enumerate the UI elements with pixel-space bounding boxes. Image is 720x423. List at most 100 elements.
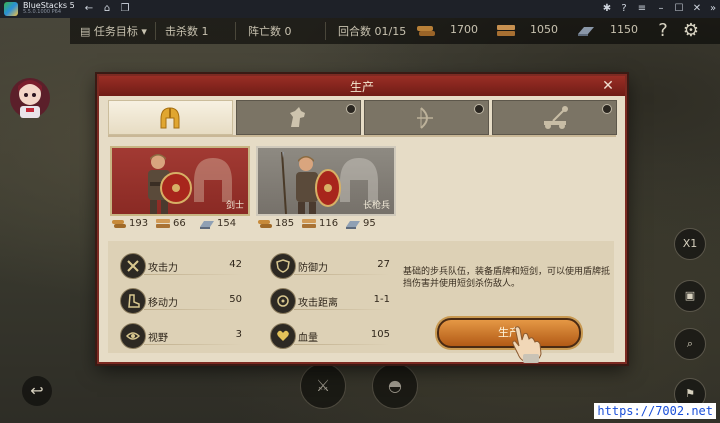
iron-icon — [346, 221, 360, 229]
stat-attack: 攻击力 42 — [120, 253, 242, 279]
stat-value: 3 — [235, 329, 242, 340]
stat-movement: 移动力 50 — [120, 288, 242, 314]
stat-label: 移动力 — [148, 298, 178, 309]
stat-label: 攻击距离 — [298, 298, 338, 309]
minimize-icon[interactable]: – — [654, 2, 668, 16]
flag-icon: ⚑ — [685, 387, 695, 400]
stat-underline — [294, 274, 390, 275]
maximize-icon[interactable]: ☐ — [672, 2, 686, 16]
speed-label: X1 — [682, 237, 698, 250]
tab-infantry[interactable] — [108, 100, 233, 135]
notification-off-icon[interactable]: ✱ — [600, 2, 614, 16]
home-icon[interactable]: ⌂ — [100, 2, 114, 16]
stat-underline — [144, 344, 242, 345]
menu-icon[interactable]: ≡ — [635, 2, 649, 16]
expand-icon[interactable]: » — [706, 2, 720, 16]
kills-counter: 击杀数 1 — [165, 25, 209, 38]
lumber-icon — [156, 219, 170, 228]
horse-icon — [290, 107, 305, 127]
speed-button[interactable]: X1 — [674, 228, 706, 260]
stat-value: 42 — [229, 259, 242, 270]
divider — [325, 22, 326, 40]
unit-category-tabs — [108, 100, 617, 135]
bluestacks-logo — [4, 2, 18, 16]
stat-value: 27 — [377, 259, 390, 270]
back-icon[interactable]: ← — [82, 2, 96, 16]
stat-vision: 视野 3 — [120, 323, 242, 349]
unit-card-swordsman[interactable]: 剑士 — [110, 146, 250, 216]
swords-icon — [120, 253, 146, 279]
divider — [235, 22, 236, 40]
mission-label: 任务目标 — [93, 25, 138, 38]
eye-icon — [120, 323, 146, 349]
unit-name: 长枪兵 — [362, 201, 390, 211]
boot-icon — [120, 288, 146, 314]
unit-costs-spearman: 185 116 95 — [257, 217, 397, 233]
cost-value: 116 — [319, 218, 339, 229]
stat-defense: 防御力 27 — [270, 253, 390, 279]
stat-health: 血量 105 — [270, 323, 390, 349]
helmet-icon — [160, 107, 180, 129]
tab-archer[interactable] — [364, 100, 489, 135]
lock-icon — [474, 104, 484, 114]
stat-underline — [294, 309, 390, 310]
dialog-header: 生产 ✕ — [99, 76, 625, 96]
iron-icon — [578, 27, 594, 36]
tab-siege[interactable] — [492, 100, 617, 135]
cost-value: 154 — [217, 218, 237, 229]
heart-icon — [270, 323, 296, 349]
zoom-button[interactable]: ⌕ — [674, 328, 706, 360]
divider — [155, 22, 156, 40]
unit-card-spearman[interactable]: 长枪兵 — [256, 146, 396, 216]
mission-button[interactable]: ▤ 任务目标 ▾ — [80, 23, 147, 39]
lock-icon — [346, 104, 356, 114]
lumber-icon — [302, 219, 316, 228]
tutorial-pointer-hand-icon — [512, 326, 542, 363]
gear-icon[interactable]: ⚙ — [680, 20, 702, 42]
lock-icon — [602, 104, 612, 114]
unit-name: 剑士 — [225, 201, 244, 211]
unit-description: 基础的步兵队伍，装备盾牌和短剑，可以使用盾牌抵挡伤害并使用短剑杀伤敌人。 — [403, 267, 611, 289]
stat-label: 防御力 — [298, 263, 328, 274]
close-icon[interactable]: ✕ — [690, 2, 704, 16]
dialog-title: 生产 — [349, 80, 374, 94]
watermark: https://7002.net — [594, 403, 716, 419]
stat-underline — [144, 309, 242, 310]
cost-value: 95 — [363, 218, 376, 229]
help-icon[interactable]: ? — [652, 20, 674, 42]
undo-button[interactable]: ↩ — [22, 376, 52, 406]
cost-value: 193 — [129, 218, 149, 229]
iron-icon — [200, 221, 214, 229]
cost-value: 185 — [275, 218, 295, 229]
spearman-portrait — [281, 152, 341, 214]
resource-lumber-value: 1050 — [530, 23, 558, 36]
close-icon[interactable]: ✕ — [599, 77, 617, 95]
top-hud: ▤ 任务目标 ▾ 击杀数 1 阵亡数 0 回合数 01/15 1700 1050… — [70, 18, 720, 44]
helmet-icon: ◓ — [388, 376, 402, 395]
help-icon[interactable]: ? — [617, 2, 631, 16]
tab-divider — [108, 135, 616, 137]
unit-costs-swordsman: 193 66 154 — [111, 217, 251, 233]
bag-icon: ▣ — [684, 289, 696, 302]
stat-value: 1-1 — [373, 294, 390, 305]
multi-window-icon[interactable]: ❐ — [118, 2, 132, 16]
undo-icon: ↩ — [30, 381, 44, 400]
unit-info-button[interactable]: ◓ — [372, 363, 418, 409]
sword-icon: ⚔ — [315, 376, 331, 395]
range-icon — [270, 288, 296, 314]
bag-button[interactable]: ▣ — [674, 280, 706, 312]
tab-cavalry[interactable] — [236, 100, 361, 135]
stat-label: 血量 — [298, 333, 318, 344]
catapult-icon — [544, 106, 568, 129]
stat-range: 攻击距离 1-1 — [270, 288, 390, 314]
unit-action-button[interactable]: ⚔ — [300, 363, 346, 409]
deaths-counter: 阵亡数 0 — [248, 25, 292, 38]
chevron-down-icon: ▾ — [141, 25, 147, 38]
player-avatar[interactable] — [4, 70, 56, 122]
stat-label: 视野 — [148, 333, 168, 344]
stat-label: 攻击力 — [148, 263, 178, 274]
emulator-titlebar: BlueStacks 5 5.5.0.1000 P64 ← ⌂ ❐ ✱ ? ≡ … — [0, 0, 720, 18]
stat-value: 50 — [229, 294, 242, 305]
resource-wood-value: 1700 — [450, 23, 478, 36]
wood-icon — [417, 26, 435, 36]
